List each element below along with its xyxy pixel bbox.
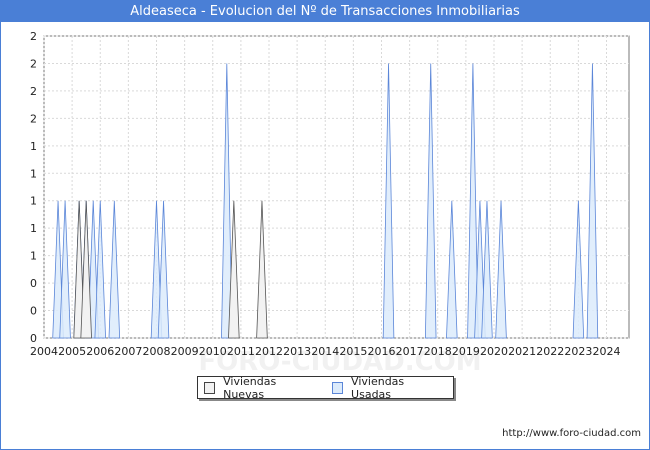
- x-tick-label: 2015: [339, 345, 367, 358]
- series-usadas-mark: [481, 200, 493, 339]
- x-tick-label: 2023: [564, 345, 592, 358]
- x-tick-label: 2024: [593, 345, 621, 358]
- series-usadas-mark: [495, 200, 507, 339]
- legend-swatch-nuevas: [204, 381, 216, 394]
- y-tick-label: 1: [30, 250, 37, 263]
- y-tick-label: 2: [30, 112, 37, 125]
- x-tick-label: 2017: [396, 345, 424, 358]
- x-tick-label: 2005: [58, 345, 86, 358]
- series-usadas-mark: [108, 200, 121, 339]
- y-tick-label: 1: [30, 167, 37, 180]
- x-tick-label: 2016: [368, 345, 396, 358]
- x-tick-label: 2006: [86, 345, 114, 358]
- x-tick-label: 2014: [311, 345, 339, 358]
- x-tick-label: 2020: [480, 345, 508, 358]
- series-nuevas-mark: [256, 200, 268, 339]
- series-usadas-mark: [157, 200, 170, 339]
- y-tick-label: 0: [30, 305, 37, 318]
- x-tick-label: 2022: [536, 345, 564, 358]
- source-link[interactable]: http://www.foro-ciudad.com: [502, 428, 641, 439]
- legend-label-nuevas: Viviendas Nuevas: [223, 374, 277, 401]
- legend-item-nuevas: Viviendas Nuevas: [204, 375, 312, 401]
- x-tick-label: 2021: [508, 345, 536, 358]
- y-tick-label: 2: [30, 30, 37, 43]
- series-usadas-mark: [424, 63, 437, 339]
- plot-area: [43, 35, 630, 339]
- legend-swatch-usadas: [331, 381, 344, 394]
- x-tick-label: 2018: [424, 345, 452, 358]
- y-tick-label: 0: [30, 277, 37, 290]
- x-tick-label: 2010: [199, 345, 227, 358]
- x-tick-label: 2008: [143, 345, 171, 358]
- x-tick-label: 2009: [171, 345, 199, 358]
- series-usadas-mark: [446, 200, 458, 339]
- series-usadas-mark: [59, 200, 71, 339]
- x-tick-label: 2004: [30, 345, 58, 358]
- legend-label-usadas: Viviendas Usadas: [351, 374, 405, 401]
- x-tick-label: 2013: [283, 345, 311, 358]
- x-tick-label: 2007: [114, 345, 142, 358]
- y-tick-label: 1: [30, 140, 37, 153]
- legend: Viviendas Nuevas Viviendas Usadas: [197, 374, 454, 401]
- y-tick-label: 1: [30, 222, 37, 235]
- legend-item-usadas: Viviendas Usadas: [331, 374, 439, 401]
- y-tick-label: 2: [30, 85, 37, 98]
- x-tick-label: 2012: [255, 345, 283, 358]
- x-tick-label: 2011: [227, 345, 255, 358]
- series-usadas-mark: [94, 200, 107, 339]
- y-tick-label: 1: [30, 195, 37, 208]
- series-nuevas-mark: [80, 200, 92, 339]
- y-tick-label: 2: [30, 57, 37, 70]
- y-tick-label: 0: [30, 332, 37, 345]
- x-tick-label: 2019: [452, 345, 480, 358]
- series-usadas-mark: [572, 200, 585, 339]
